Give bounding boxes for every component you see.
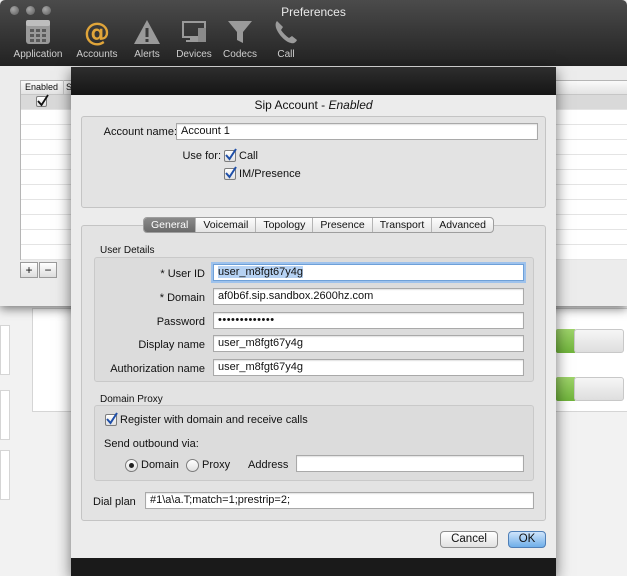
tab-advanced[interactable]: Advanced [432, 218, 493, 232]
user-id-label: * User ID [160, 268, 205, 280]
application-icon [26, 20, 50, 44]
account-group: Account name: Account 1 Use for: Call IM… [81, 116, 546, 208]
dial-plan-field[interactable]: #1\a\a.T;match=1;prestrip=2; [145, 492, 534, 509]
display-name-field[interactable]: user_m8fgt67y4g [213, 335, 524, 352]
register-label: Register with domain and receive calls [120, 414, 308, 426]
funnel-icon [228, 21, 252, 43]
cancel-button[interactable]: Cancel [440, 531, 498, 548]
domain-label: * Domain [159, 292, 205, 304]
at-sign-icon: @ [84, 18, 110, 46]
account-name-field[interactable]: Account 1 [176, 123, 538, 140]
user-id-value: user_m8fgt67y4g [218, 266, 303, 278]
alert-triangle-icon [134, 20, 160, 44]
preferences-title: Preferences [281, 5, 346, 19]
outbound-domain-label: Domain [141, 459, 179, 471]
authorization-name-field[interactable]: user_m8fgt67y4g [213, 359, 524, 376]
user-details-panel: * User ID user_m8fgt67y4g * Domain af0b6… [94, 257, 534, 382]
authorization-name-label: Authorization name [110, 363, 205, 375]
checkmark-icon [225, 148, 237, 161]
use-for-label: Use for: [182, 150, 221, 162]
use-for-call-label: Call [239, 150, 258, 162]
address-field[interactable] [296, 455, 524, 472]
sheet-title-status: Enabled [328, 98, 373, 112]
checkmark-icon [106, 412, 118, 425]
devices-icon [182, 21, 206, 42]
address-label: Address [248, 459, 289, 471]
tab-presence[interactable]: Presence [313, 218, 373, 232]
background-status-green [556, 329, 576, 353]
user-id-field[interactable]: user_m8fgt67y4g [213, 264, 524, 281]
sheet-title-text: Sip Account - [254, 98, 329, 112]
sip-account-sheet: Sip Account - Enabled Account name: Acco… [71, 67, 556, 576]
background-status-green [556, 377, 576, 401]
password-label: Password [156, 316, 205, 328]
background-panel [0, 325, 10, 375]
tab-general[interactable]: General [144, 218, 197, 232]
domain-field[interactable]: af0b6f.sip.sandbox.2600hz.com [213, 288, 524, 305]
toolbar-call[interactable]: Call [256, 18, 316, 60]
checkmark-icon [225, 166, 237, 179]
svg-text:@: @ [84, 18, 110, 46]
password-field[interactable]: ••••••••••••• [213, 312, 524, 329]
checkmark-icon [37, 94, 49, 107]
dial-plan-label: Dial plan [93, 496, 136, 508]
domain-proxy-panel: Register with domain and receive calls S… [94, 405, 534, 481]
use-for-im-checkbox[interactable] [224, 166, 237, 180]
ok-button[interactable]: OK [508, 531, 546, 548]
phone-icon [275, 21, 297, 44]
column-divider [63, 80, 64, 94]
tab-topology[interactable]: Topology [256, 218, 314, 232]
sheet-bottom-bar [71, 558, 556, 576]
outbound-domain-radio[interactable] [125, 459, 138, 472]
sheet-title: Sip Account - Enabled [71, 98, 556, 112]
remove-account-button[interactable]: − [39, 262, 57, 278]
domain-proxy-heading: Domain Proxy [100, 394, 163, 405]
tab-voicemail[interactable]: Voicemail [196, 218, 257, 232]
background-panel [0, 450, 10, 500]
send-outbound-label: Send outbound via: [104, 438, 199, 450]
display-name-label: Display name [138, 339, 205, 351]
toolbar-application[interactable]: Application [8, 18, 68, 60]
outbound-proxy-label: Proxy [202, 459, 231, 471]
sheet-top-bar [71, 67, 556, 95]
register-checkbox[interactable] [105, 412, 118, 426]
background-panel [0, 390, 10, 440]
background-button[interactable] [574, 377, 624, 401]
account-name-label: Account name: [103, 126, 177, 138]
column-header-enabled[interactable]: Enabled [25, 82, 58, 92]
tab-transport[interactable]: Transport [373, 218, 433, 232]
add-account-button[interactable]: + [20, 262, 38, 278]
settings-tabs: General Voicemail Topology Presence Tran… [143, 217, 494, 233]
user-details-heading: User Details [100, 245, 155, 256]
toolbar-label: Application [13, 49, 63, 60]
use-for-im-label: IM/Presence [239, 168, 301, 180]
toolbar-label: Call [277, 49, 295, 60]
outbound-proxy-radio[interactable] [186, 459, 199, 472]
background-button[interactable] [574, 329, 624, 353]
use-for-call-checkbox[interactable] [224, 148, 237, 162]
account-enabled-checkbox[interactable] [36, 94, 49, 107]
